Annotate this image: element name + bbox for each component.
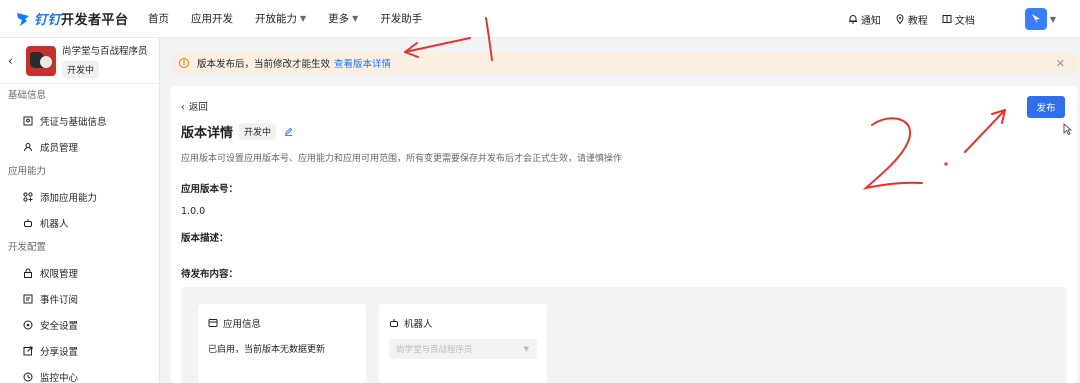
pending-content-area: 应用信息 已启用，当前版本无数据更新 机器人 尚学堂与百战程序员 ▼ <box>181 287 1067 383</box>
logo-suffix: 开发者平台 <box>61 13 129 28</box>
main-nav: 首页 应用开发 开放能力 ▼ 更多 ▼ 开发助手 <box>148 11 444 26</box>
robot-title: 机器人 <box>404 319 433 330</box>
dingtalk-logo[interactable]: 钉钉开发者平台 <box>16 9 146 28</box>
version-description: 应用版本可设置应用版本号、应用能力和应用可用范围，所有变更需要保存并发布后才会正… <box>181 154 623 164</box>
back-label: 返回 <box>188 102 208 113</box>
sidebar-item-credentials[interactable]: 凭证与基础信息 <box>0 108 159 134</box>
sidebar-item-members[interactable]: 成员管理 <box>0 134 159 160</box>
nav-dev-assistant-label: 开发助手 <box>380 13 423 25</box>
section-dev-config: 开发配置 <box>8 242 47 253</box>
sidebar-item-label: 监控中心 <box>40 373 79 383</box>
logo-prefix: 钉钉 <box>34 13 62 28</box>
sidebar-item-label: 安全设置 <box>40 321 79 332</box>
back-button[interactable]: ‹ 返回 <box>181 99 208 113</box>
avatar-arrow-icon <box>1031 14 1040 24</box>
pin-icon <box>896 14 904 24</box>
robot-select-value: 尚学堂与百战程序员 <box>396 345 473 355</box>
version-desc-label: 版本描述： <box>181 233 229 244</box>
robot-select[interactable]: 尚学堂与百战程序员 ▼ <box>389 339 537 359</box>
nav-open-capability-label: 开放能力 <box>255 13 297 25</box>
version-number-label: 应用版本号： <box>181 184 239 195</box>
app-info-status: 已启用，当前版本无数据更新 <box>208 345 326 355</box>
lock-icon <box>22 268 33 279</box>
pending-content-label: 待发布内容： <box>181 269 239 280</box>
chevron-down-icon: ▼ <box>300 14 307 23</box>
user-menu[interactable]: ▼ <box>1024 8 1056 30</box>
annotation-arrow-1 <box>404 37 471 53</box>
robot-card: 机器人 尚学堂与百战程序员 ▼ <box>379 304 547 383</box>
status-badge: 开发中 <box>239 123 277 140</box>
sidebar-item-security[interactable]: 安全设置 <box>0 312 159 338</box>
app-header: ‹ 尚学堂与百战程序员 开发中 <box>0 38 159 84</box>
docs-link[interactable]: 文档 <box>942 12 975 27</box>
sidebar-item-label: 机器人 <box>40 219 69 230</box>
event-icon <box>22 294 33 305</box>
bell-icon <box>848 15 857 24</box>
app-name: 尚学堂与百战程序员 <box>62 46 148 57</box>
sidebar: ‹ 尚学堂与百战程序员 开发中 基础信息 凭证与基础信息 成员管理 应用能力 添… <box>0 38 160 383</box>
sidebar-item-events[interactable]: 事件订阅 <box>0 286 159 312</box>
version-detail-card: ‹ 返回 版本详情 开发中 应用版本可设置应用版本号、应用能力和应用可用范围，所有… <box>171 86 1077 383</box>
app-info-card: 应用信息 已启用，当前版本无数据更新 <box>198 304 366 383</box>
share-icon <box>22 346 33 357</box>
sidebar-item-label: 添加应用能力 <box>40 193 98 204</box>
nav-dev-assistant[interactable]: 开发助手 <box>380 11 422 26</box>
notice-text: 版本发布后，当前修改才能生效 <box>197 59 331 70</box>
grid-plus-icon <box>22 192 33 203</box>
monitor-icon <box>22 372 33 383</box>
publish-notice-banner: ! 版本发布后，当前修改才能生效 查看版本详情 ✕ <box>171 52 1077 74</box>
notify-label: 通知 <box>860 15 881 27</box>
page-title: 版本详情 <box>181 126 234 141</box>
nav-more-label: 更多 <box>328 13 350 25</box>
tutorial-label: 教程 <box>907 15 928 27</box>
credential-icon <box>22 116 33 127</box>
dingtalk-logo-icon <box>17 12 29 26</box>
user-icon <box>22 142 33 153</box>
sidebar-item-label: 成员管理 <box>40 143 79 154</box>
app-info-icon <box>208 319 218 327</box>
app-logo <box>26 45 56 76</box>
view-version-link[interactable]: 查看版本详情 <box>334 56 391 70</box>
warning-icon: ! <box>179 58 189 68</box>
sidebar-item-robot[interactable]: 机器人 <box>0 210 159 236</box>
sidebar-item-label: 事件订阅 <box>40 295 79 306</box>
sidebar-item-label: 权限管理 <box>40 269 79 280</box>
app-info-title: 应用信息 <box>223 319 262 330</box>
chevron-down-icon: ▼ <box>523 345 529 353</box>
app-status-badge: 开发中 <box>62 61 100 78</box>
tutorial-link[interactable]: 教程 <box>895 12 928 27</box>
edit-icon[interactable] <box>284 127 293 136</box>
sidebar-item-permissions[interactable]: 权限管理 <box>0 260 159 286</box>
version-number-value: 1.0.0 <box>181 206 206 217</box>
publish-button[interactable]: 发布 <box>1027 96 1065 118</box>
book-icon <box>942 15 952 23</box>
section-basic-info: 基础信息 <box>8 90 47 101</box>
nav-more[interactable]: 更多 ▼ <box>328 11 358 26</box>
notify-link[interactable]: 通知 <box>848 12 881 27</box>
mouse-cursor-icon <box>1063 123 1072 135</box>
chevron-down-icon: ▼ <box>1049 14 1056 24</box>
robot-icon <box>390 319 398 327</box>
section-app-capability: 应用能力 <box>8 166 47 177</box>
chevron-left-icon: ‹ <box>181 102 185 113</box>
sidebar-item-monitor[interactable]: 监控中心 <box>0 364 159 383</box>
sidebar-item-label: 凭证与基础信息 <box>40 117 107 128</box>
back-chevron-icon[interactable]: ‹ <box>8 54 22 68</box>
sidebar-item-share[interactable]: 分享设置 <box>0 338 159 364</box>
docs-label: 文档 <box>954 15 975 27</box>
nav-app-dev-label: 应用开发 <box>191 13 233 25</box>
nav-home[interactable]: 首页 <box>148 11 169 26</box>
shield-icon <box>22 320 33 331</box>
nav-app-dev[interactable]: 应用开发 <box>191 11 233 26</box>
chevron-down-icon: ▼ <box>352 14 359 23</box>
top-navbar: 钉钉开发者平台 首页 应用开发 开放能力 ▼ 更多 ▼ 开发助手 通知 教程 文档 … <box>0 0 1080 38</box>
avatar <box>1024 8 1047 30</box>
sidebar-item-add-capability[interactable]: 添加应用能力 <box>0 184 159 210</box>
nav-home-label: 首页 <box>148 13 169 25</box>
nav-open-capability[interactable]: 开放能力 ▼ <box>255 11 306 26</box>
robot-icon <box>22 218 33 229</box>
close-icon[interactable]: ✕ <box>1056 57 1065 70</box>
sidebar-item-label: 分享设置 <box>40 347 79 358</box>
